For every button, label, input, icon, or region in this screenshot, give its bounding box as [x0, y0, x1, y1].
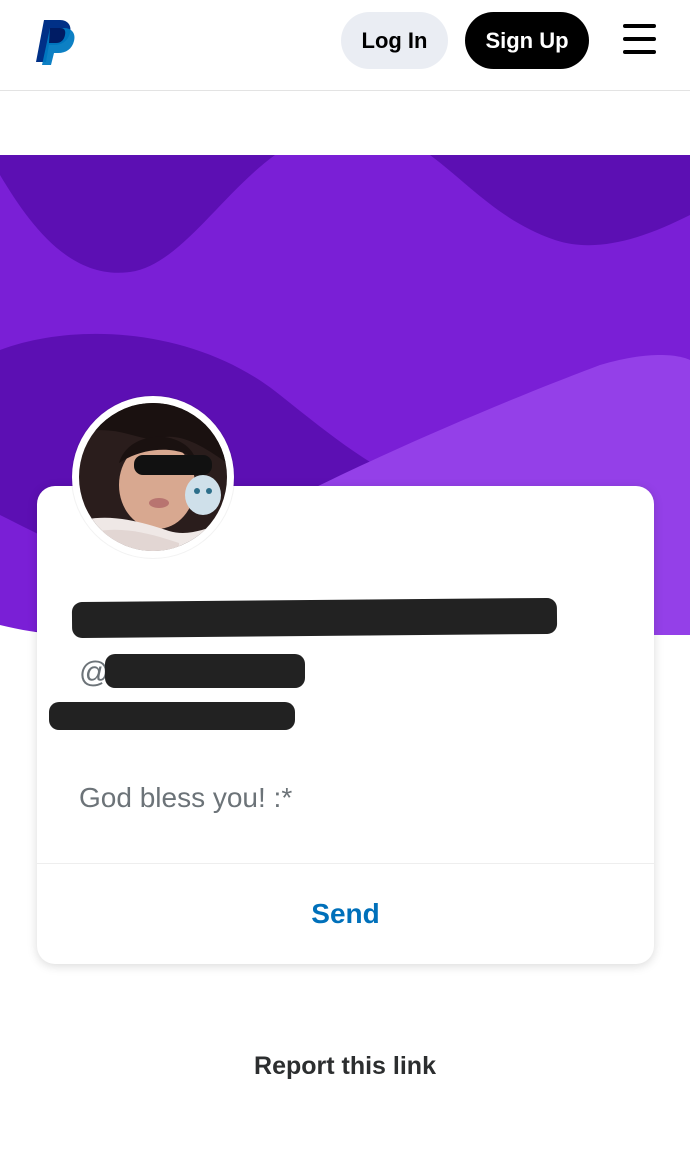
report-link[interactable]: Report this link	[0, 1052, 690, 1081]
profile-note: God bless you! :*	[79, 782, 293, 813]
hamburger-menu-icon[interactable]	[620, 22, 660, 58]
avatar	[72, 396, 234, 558]
avatar-photo	[79, 403, 227, 551]
redacted-location	[49, 702, 295, 730]
paypal-logo[interactable]	[34, 18, 76, 66]
login-button[interactable]: Log In	[341, 12, 448, 69]
profile-card: @ God bless you! :* Send	[37, 486, 654, 964]
redacted-name	[71, 597, 558, 639]
signup-button[interactable]: Sign Up	[465, 12, 589, 69]
top-header: Log In Sign Up	[0, 0, 690, 91]
send-button[interactable]: Send	[37, 864, 654, 964]
redacted-handle	[105, 654, 305, 688]
